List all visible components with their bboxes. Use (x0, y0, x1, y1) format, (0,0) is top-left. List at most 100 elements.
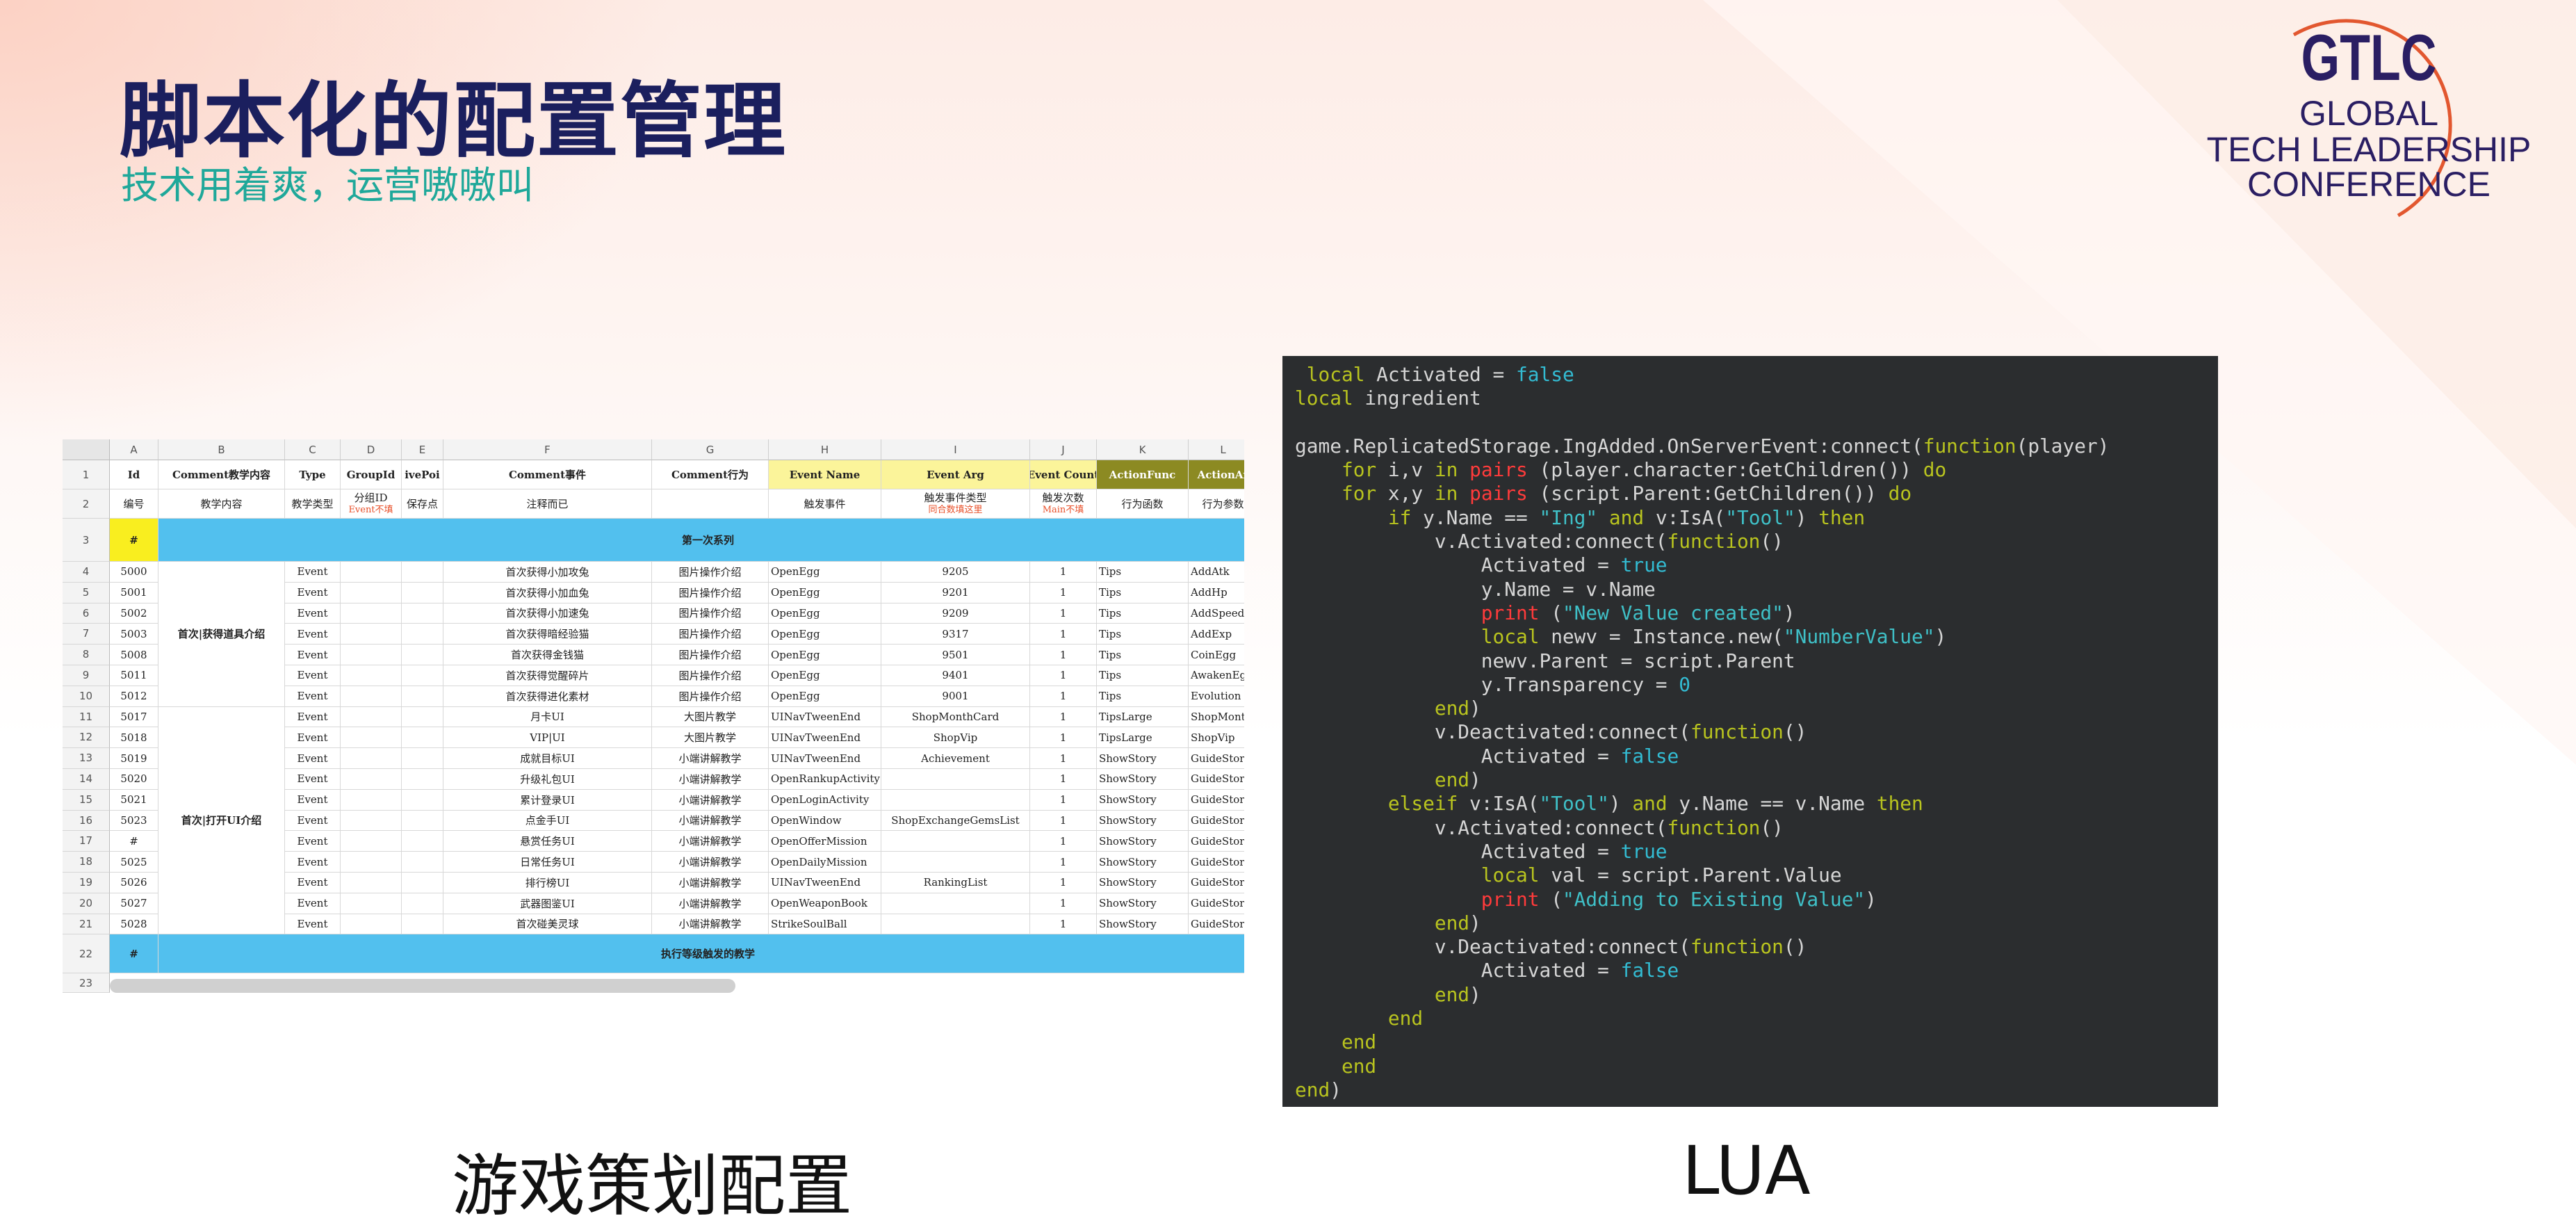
header-cell[interactable]: 注释而已 (443, 489, 652, 519)
row-number[interactable]: 13 (63, 748, 110, 769)
row-arg[interactable] (881, 789, 1030, 811)
row-param[interactable]: ShopVip (1189, 727, 1244, 749)
row-comment[interactable]: VIP|UI (443, 727, 652, 749)
column-header-D[interactable]: D (341, 439, 402, 460)
row-comment[interactable]: 首次碰美灵球 (443, 914, 652, 935)
row-type[interactable]: Event (285, 748, 341, 769)
row-savepoint[interactable] (402, 769, 443, 790)
row-arg[interactable]: ShopExchangeGemsList (881, 810, 1030, 832)
row-savepoint[interactable] (402, 873, 443, 893)
header-cell[interactable]: Id (110, 460, 158, 489)
row-type[interactable]: Event (285, 831, 341, 852)
row-group[interactable] (341, 789, 402, 811)
row-param[interactable]: GuideStor (1189, 769, 1244, 790)
row-event[interactable]: UINavTweenEnd (769, 706, 881, 728)
row-param[interactable]: GuideStor (1189, 893, 1244, 914)
row-type[interactable]: Event (285, 706, 341, 728)
header-cell[interactable]: ivePoi (402, 460, 443, 489)
row-count[interactable]: 1 (1030, 893, 1097, 914)
row-number[interactable]: 4 (63, 562, 110, 583)
row-savepoint[interactable] (402, 789, 443, 811)
header-cell[interactable]: 触发事件类型 同合数填这里 (881, 489, 1030, 519)
row-type[interactable]: Event (285, 873, 341, 893)
row-type[interactable]: Event (285, 562, 341, 583)
column-header-B[interactable]: B (158, 439, 285, 460)
row-func[interactable]: Tips (1097, 645, 1189, 665)
spreadsheet[interactable]: ABCDEFGHIJKL 1 Id Comment教学内容 Type GroupId iv… (63, 439, 1244, 996)
section-title[interactable]: 执行等级触发的教学 (158, 934, 1244, 974)
row-number[interactable]: 5 (63, 582, 110, 603)
row-id[interactable]: 5025 (110, 852, 158, 873)
row-type[interactable]: Event (285, 665, 341, 686)
row-type[interactable]: Event (285, 914, 341, 935)
row-arg[interactable] (881, 914, 1030, 935)
row-behavior[interactable]: 小端讲解教学 (652, 893, 769, 914)
row-func[interactable]: ShowStory (1097, 914, 1189, 935)
horizontal-scrollbar[interactable] (110, 979, 735, 993)
row-savepoint[interactable] (402, 603, 443, 624)
row-id[interactable]: 5028 (110, 914, 158, 935)
row-count[interactable]: 1 (1030, 582, 1097, 603)
header-cell[interactable]: 编号 (110, 489, 158, 519)
row-savepoint[interactable] (402, 748, 443, 769)
row-comment[interactable]: 排行榜UI (443, 873, 652, 893)
row-behavior[interactable]: 小端讲解教学 (652, 831, 769, 852)
row-number[interactable]: 21 (63, 914, 110, 935)
row-arg[interactable]: 9209 (881, 603, 1030, 624)
row-func[interactable]: Tips (1097, 624, 1189, 645)
row-number[interactable]: 11 (63, 706, 110, 728)
row-id[interactable]: 5011 (110, 665, 158, 686)
row-savepoint[interactable] (402, 582, 443, 603)
row-param[interactable]: CoinEgg (1189, 645, 1244, 665)
row-savepoint[interactable] (402, 810, 443, 832)
row-group[interactable] (341, 624, 402, 645)
row-count[interactable]: 1 (1030, 852, 1097, 873)
header-cell[interactable]: ActionFunc (1097, 460, 1189, 489)
row-param[interactable]: AddExp (1189, 624, 1244, 645)
row-number[interactable]: 8 (63, 645, 110, 665)
row-count[interactable]: 1 (1030, 645, 1097, 665)
header-cell[interactable]: Event Arg (881, 460, 1030, 489)
row-event[interactable]: UINavTweenEnd (769, 873, 881, 893)
row-savepoint[interactable] (402, 706, 443, 728)
row-event[interactable]: OpenEgg (769, 686, 881, 707)
header-cell[interactable]: Comment行为 (652, 460, 769, 489)
row-param[interactable]: AddHp (1189, 583, 1244, 603)
row-param[interactable]: GuideStor (1189, 811, 1244, 832)
row-param[interactable]: AddAtk (1189, 562, 1244, 583)
row-number[interactable]: 23 (63, 973, 110, 994)
row-comment[interactable]: 悬赏任务UI (443, 831, 652, 852)
row-id[interactable]: 5026 (110, 873, 158, 893)
row-type[interactable]: Event (285, 727, 341, 749)
row-group[interactable] (341, 645, 402, 665)
row-id[interactable]: 5002 (110, 603, 158, 624)
row-group[interactable] (341, 893, 402, 914)
row-behavior[interactable]: 小端讲解教学 (652, 873, 769, 893)
row-behavior[interactable]: 小端讲解教学 (652, 789, 769, 811)
row-type[interactable]: Event (285, 769, 341, 790)
row-comment[interactable]: 成就目标UI (443, 748, 652, 769)
row-group[interactable] (341, 582, 402, 603)
row-param[interactable]: GuideStor (1189, 914, 1244, 935)
group-label[interactable]: 首次|获得道具介绍 (158, 562, 285, 707)
row-comment[interactable]: 首次获得进化素材 (443, 686, 652, 707)
row-group[interactable] (341, 706, 402, 728)
row-count[interactable]: 1 (1030, 831, 1097, 852)
row-type[interactable]: Event (285, 582, 341, 603)
row-id[interactable]: 5000 (110, 562, 158, 583)
row-id[interactable]: 5020 (110, 769, 158, 790)
row-id[interactable]: 5027 (110, 893, 158, 914)
row-number[interactable]: 1 (63, 460, 110, 489)
row-param[interactable]: GuideStor (1189, 873, 1244, 893)
row-arg[interactable]: ShopMonthCard (881, 706, 1030, 728)
row-comment[interactable]: 首次获得小加攻兔 (443, 562, 652, 583)
row-arg[interactable]: ShopVip (881, 727, 1030, 749)
row-event[interactable]: OpenEgg (769, 562, 881, 583)
row-event[interactable]: OpenEgg (769, 624, 881, 645)
row-behavior[interactable]: 图片操作介绍 (652, 562, 769, 583)
row-count[interactable]: 1 (1030, 665, 1097, 686)
row-func[interactable]: ShowStory (1097, 748, 1189, 769)
row-param[interactable]: GuideStor (1189, 852, 1244, 873)
section-title[interactable]: 第一次系列 (158, 519, 1244, 562)
row-arg[interactable]: Achievement (881, 748, 1030, 769)
